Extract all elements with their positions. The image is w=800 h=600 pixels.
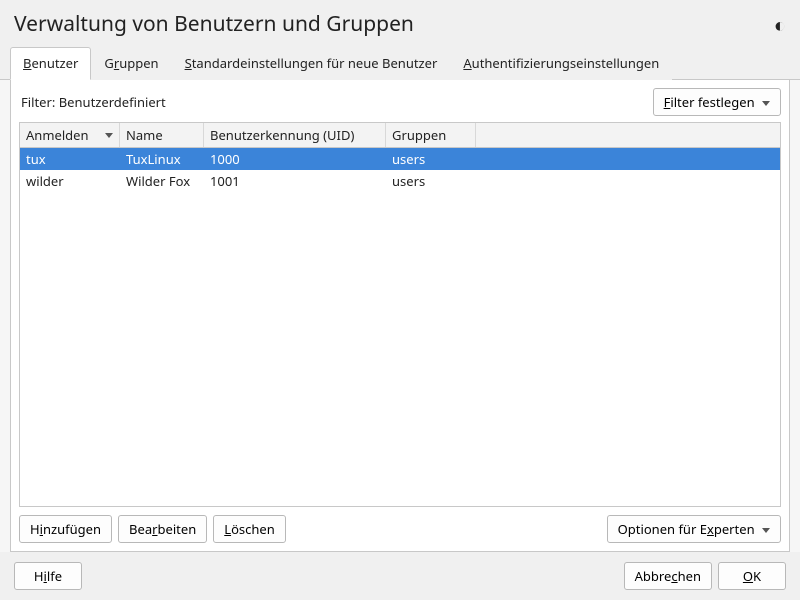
action-row: Hinzufügen Bearbeiten Löschen Optionen f… [19, 515, 781, 543]
cell-login: wilder [20, 170, 120, 192]
table-header: Anmelden Name Benutzerkennung (UID) Grup… [20, 123, 780, 148]
help-button[interactable]: Hilfe [14, 562, 82, 590]
cell-groups: users [386, 148, 476, 170]
col-header-name[interactable]: Name [120, 123, 204, 147]
expert-options-button[interactable]: Optionen für Experten [607, 515, 781, 543]
chevron-down-icon [762, 101, 770, 106]
moon-icon[interactable]: ◐ [774, 11, 786, 38]
cell-groups: users [386, 170, 476, 192]
tab-panel-benutzer: Filter: Benutzerdefiniert Filter festleg… [10, 80, 790, 552]
edit-button[interactable]: Bearbeiten [118, 515, 207, 543]
cancel-button[interactable]: Abbrechen [624, 562, 712, 590]
ok-button[interactable]: OK [718, 562, 786, 590]
chevron-down-icon [762, 528, 770, 533]
col-header-groups[interactable]: Gruppen [386, 123, 476, 147]
add-button[interactable]: Hinzufügen [19, 515, 112, 543]
col-header-uid[interactable]: Benutzerkennung (UID) [204, 123, 386, 147]
tab-gruppen[interactable]: Gruppen [91, 47, 171, 80]
user-table: Anmelden Name Benutzerkennung (UID) Grup… [19, 122, 781, 507]
table-row[interactable]: wilderWilder Fox1001users [20, 170, 780, 192]
col-header-login[interactable]: Anmelden [20, 123, 120, 147]
filter-row: Filter: Benutzerdefiniert Filter festleg… [19, 88, 781, 116]
cell-name: TuxLinux [120, 148, 204, 170]
cell-uid: 1001 [204, 170, 386, 192]
filter-set-button[interactable]: Filter festlegen [653, 88, 781, 116]
window-header: Verwaltung von Benutzern und Gruppen ◐ [0, 0, 800, 46]
tab-auth[interactable]: Authentifizierungseinstellungen [450, 47, 672, 80]
cell-login: tux [20, 148, 120, 170]
cell-uid: 1000 [204, 148, 386, 170]
table-row[interactable]: tuxTuxLinux1000users [20, 148, 780, 170]
tab-benutzer[interactable]: Benutzer [10, 47, 91, 80]
tab-defaults[interactable]: Standardeinstellungen für neue Benutzer [172, 47, 451, 80]
page-title: Verwaltung von Benutzern und Gruppen [14, 10, 774, 38]
dialog-footer: Hilfe Abbrechen OK [0, 552, 800, 600]
cell-name: Wilder Fox [120, 170, 204, 192]
filter-label: Filter: Benutzerdefiniert [19, 93, 653, 111]
col-header-fill [476, 123, 780, 147]
table-body: tuxTuxLinux1000userswilderWilder Fox1001… [20, 148, 780, 506]
tab-bar: Benutzer Gruppen Standardeinstellungen f… [0, 46, 800, 80]
delete-button[interactable]: Löschen [213, 515, 286, 543]
sort-desc-icon [105, 133, 113, 138]
